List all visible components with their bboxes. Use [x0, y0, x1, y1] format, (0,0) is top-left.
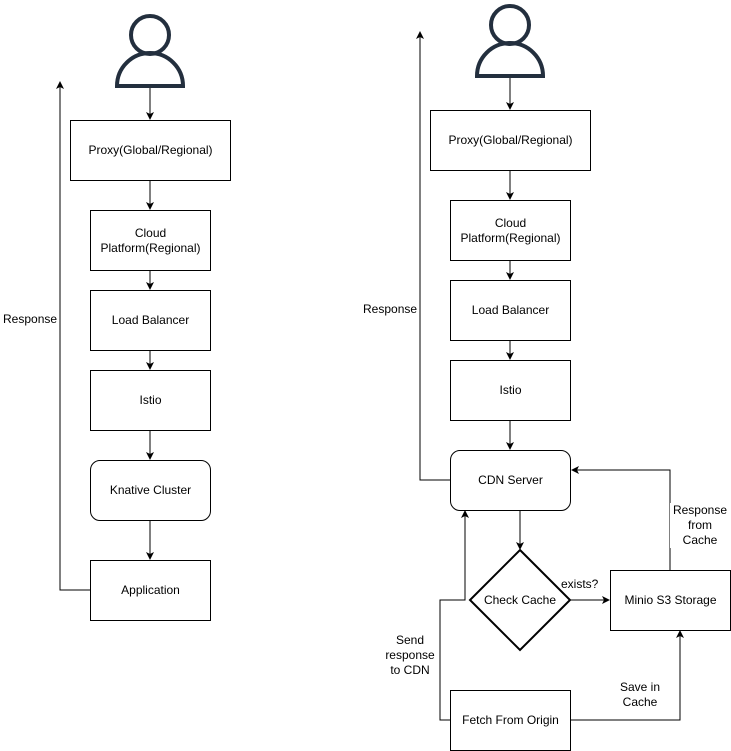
proxy-label-left: Proxy(Global/Regional): [88, 143, 213, 157]
cloud-label-right: Cloud Platform(Regional): [460, 215, 561, 245]
proxy-label-right: Proxy(Global/Regional): [448, 133, 573, 147]
lb-label-left: Load Balancer: [111, 313, 190, 327]
fetch-label-right: Fetch From Origin: [462, 713, 559, 727]
cloud-node-left: Cloud Platform(Regional): [90, 210, 211, 271]
knative-node-left: Knative Cluster: [90, 460, 211, 521]
cloud-label-left: Cloud Platform(Regional): [100, 225, 201, 255]
lb-node-left: Load Balancer: [90, 290, 211, 351]
check-cache-label: Check Cache: [483, 593, 557, 607]
send-response-edge-label: Send response to CDN: [382, 633, 438, 678]
user-icon-left: [114, 14, 186, 88]
lb-label-right: Load Balancer: [471, 303, 550, 317]
app-node-left: Application: [90, 560, 211, 621]
response-edge-label-left: Response: [3, 312, 58, 327]
cloud-node-right: Cloud Platform(Regional): [450, 200, 571, 261]
proxy-node-right: Proxy(Global/Regional): [430, 110, 591, 171]
istio-node-left: Istio: [90, 370, 211, 431]
response-edge-label-right: Response: [363, 302, 418, 317]
edge-minio-cdn: [571, 466, 671, 570]
edge-fetch-cdn: [439, 510, 469, 721]
response-from-cache-edge-label: Response from Cache: [670, 503, 730, 548]
minio-label-right: Minio S3 Storage: [624, 593, 717, 607]
edge-response-right: [416, 31, 450, 481]
istio-node-right: Istio: [450, 360, 571, 421]
save-in-cache-edge-label: Save in Cache: [608, 680, 672, 710]
minio-node-right: Minio S3 Storage: [610, 570, 731, 631]
cdn-node-right: CDN Server: [450, 450, 571, 511]
istio-label-left: Istio: [139, 393, 162, 407]
lb-node-right: Load Balancer: [450, 280, 571, 341]
istio-label-right: Istio: [499, 383, 522, 397]
cdn-label-right: CDN Server: [478, 473, 543, 487]
proxy-node-left: Proxy(Global/Regional): [70, 120, 231, 181]
fetch-node-right: Fetch From Origin: [450, 690, 571, 751]
knative-label-left: Knative Cluster: [109, 483, 192, 497]
exists-edge-label: exists?: [561, 577, 599, 591]
app-label-left: Application: [121, 583, 180, 597]
user-icon-right: [474, 4, 546, 78]
